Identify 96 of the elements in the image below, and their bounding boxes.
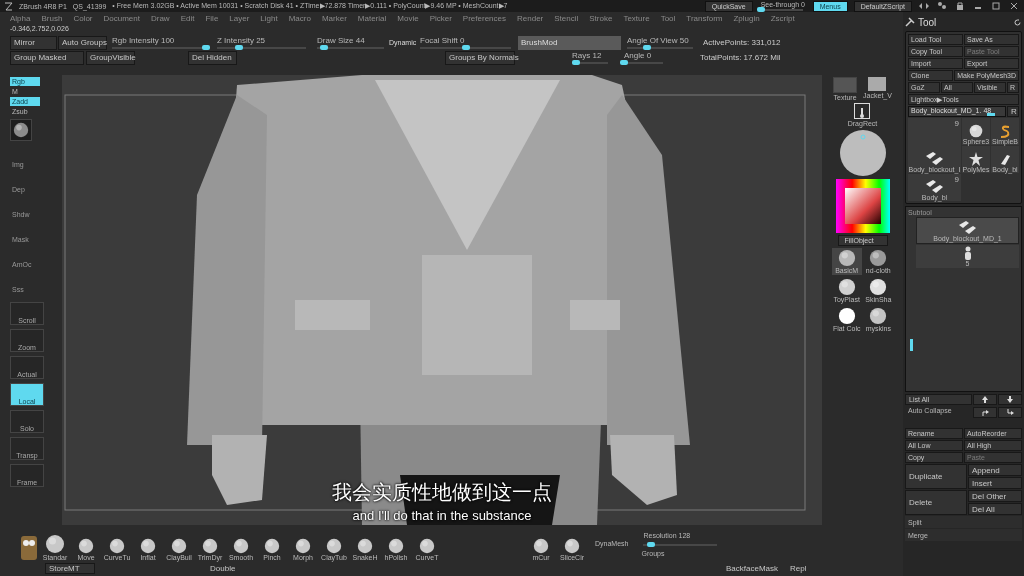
sphere-icon (264, 538, 280, 555)
slider-thumb[interactable] (202, 44, 210, 50)
shelf-button[interactable]: Auto Groups (58, 35, 107, 50)
menu-item[interactable]: Draw (150, 13, 170, 23)
slider[interactable]: Angle Of View 50 (625, 35, 697, 50)
sphere-icon (202, 538, 218, 555)
menu-item[interactable]: Zplugin (733, 13, 760, 23)
slider-thumb[interactable] (642, 44, 651, 50)
menu-item[interactable]: Movie (397, 13, 419, 23)
menu-item[interactable]: Color (73, 13, 93, 23)
menu-item[interactable]: Marker (321, 13, 347, 23)
sphere-icon (326, 538, 342, 555)
slider[interactable]: Rays 12 (570, 50, 612, 65)
slider-thumb[interactable] (646, 542, 655, 548)
subtool-action-button[interactable]: Delete (905, 490, 967, 515)
subtool-action-button[interactable]: Del Other (968, 490, 1022, 502)
menu-item[interactable]: Macro (288, 13, 311, 23)
star-icon (969, 152, 983, 166)
sphere-icon (564, 538, 580, 555)
lock-icon[interactable] (954, 1, 966, 11)
alpha-swatch[interactable] (868, 77, 887, 92)
subtool-action-button[interactable]: Del All (968, 503, 1022, 515)
menu-item[interactable]: Brush (41, 13, 63, 23)
slider-thumb[interactable] (319, 44, 328, 50)
subtool-action-button[interactable]: Duplicate (905, 464, 967, 489)
sphere-icon (171, 538, 187, 555)
arrows-icon[interactable] (918, 1, 930, 11)
slider-thumb[interactable] (986, 113, 995, 116)
material-button[interactable] (10, 119, 32, 142)
menu-item[interactable]: Texture (623, 13, 650, 23)
menu-item[interactable]: File (205, 13, 219, 23)
sphere-icon (109, 538, 125, 555)
figure-icon (962, 246, 973, 260)
menu-item[interactable]: Material (357, 13, 387, 23)
menu-item[interactable]: Transform (686, 13, 723, 23)
subtool-action-button[interactable]: Insert (968, 477, 1022, 489)
slider-thumb[interactable] (571, 59, 580, 65)
shoe-icon (998, 152, 1012, 166)
shelf-button[interactable]: Mirror (10, 35, 57, 50)
s-logo-icon (999, 124, 1011, 138)
sphere-icon (419, 538, 435, 555)
menu-item[interactable]: Light (260, 13, 278, 23)
hammer-icon (905, 17, 915, 27)
sphere-icon (533, 538, 549, 555)
menu-item[interactable]: Stroke (589, 13, 613, 23)
slider[interactable]: Z Intensity 25 (215, 35, 310, 50)
slider-thumb[interactable] (235, 44, 244, 50)
shelf-button[interactable]: Repl (787, 563, 810, 573)
slider-thumb[interactable] (620, 59, 628, 65)
texture-swatch[interactable] (833, 77, 858, 94)
slider[interactable]: Draw Size 44 (315, 35, 388, 50)
restore-icon[interactable] (990, 1, 1002, 11)
menu-item[interactable]: Layer (229, 13, 250, 23)
subtool-action-button[interactable]: Append (968, 464, 1022, 476)
slider[interactable]: Angle 0 (622, 50, 667, 65)
sphere-icon (78, 538, 94, 555)
menu-item[interactable]: Stencil (554, 13, 579, 23)
shelf-button[interactable]: GroupVisible (86, 50, 135, 65)
reset-button[interactable]: R (1007, 106, 1019, 117)
sphere-icon (13, 122, 29, 139)
brush-mod-field[interactable]: BrushMod (518, 35, 621, 50)
menu-item[interactable]: Zscript (770, 13, 795, 23)
material-sphere-icon[interactable] (838, 129, 887, 178)
sphere-icon (388, 538, 404, 555)
shelf-button[interactable]: Group Masked (10, 50, 84, 65)
menu-item[interactable]: Edit (180, 13, 195, 23)
figures-icon[interactable] (936, 1, 948, 11)
shelf-button[interactable]: Double (207, 563, 267, 573)
shelf-button[interactable]: StoreMT (45, 562, 95, 574)
point-count: TotalPoints: 17.672 Mil (700, 52, 782, 65)
color-picker[interactable] (835, 179, 890, 234)
slider-thumb[interactable] (461, 44, 470, 50)
menu-item[interactable]: Document (103, 13, 140, 23)
stroke-icon[interactable] (854, 103, 871, 120)
sphere-icon (357, 538, 373, 555)
sphere-icon (233, 538, 249, 555)
sphere-icon (45, 534, 65, 555)
point-count: ActivePoints: 331,012 (703, 37, 782, 50)
shelf-button[interactable]: Del Hidden (188, 50, 237, 65)
sphere-icon (140, 538, 156, 555)
menu-item[interactable]: Alpha (10, 13, 31, 23)
menu-item[interactable]: Render (517, 13, 544, 23)
sphere-icon (969, 124, 983, 138)
slider[interactable]: Focal Shift 0 (418, 35, 515, 50)
refresh-icon[interactable] (1013, 17, 1022, 27)
sphere-icon (295, 538, 311, 555)
owl-icon[interactable] (20, 535, 38, 562)
subtitle-chinese: 我会实质性地做到这一点 (332, 479, 552, 507)
slider[interactable]: Rgb Intensity 100 (110, 35, 210, 50)
menu-item[interactable]: Preferences (462, 13, 506, 23)
menu-item[interactable]: Tool (660, 13, 676, 23)
panel-title: Tool (918, 16, 937, 28)
shelf-button[interactable]: BackfaceMask (723, 563, 782, 573)
close-icon[interactable] (1008, 1, 1020, 11)
app-logo-icon (4, 1, 13, 11)
menu-item[interactable]: Picker (429, 13, 452, 23)
